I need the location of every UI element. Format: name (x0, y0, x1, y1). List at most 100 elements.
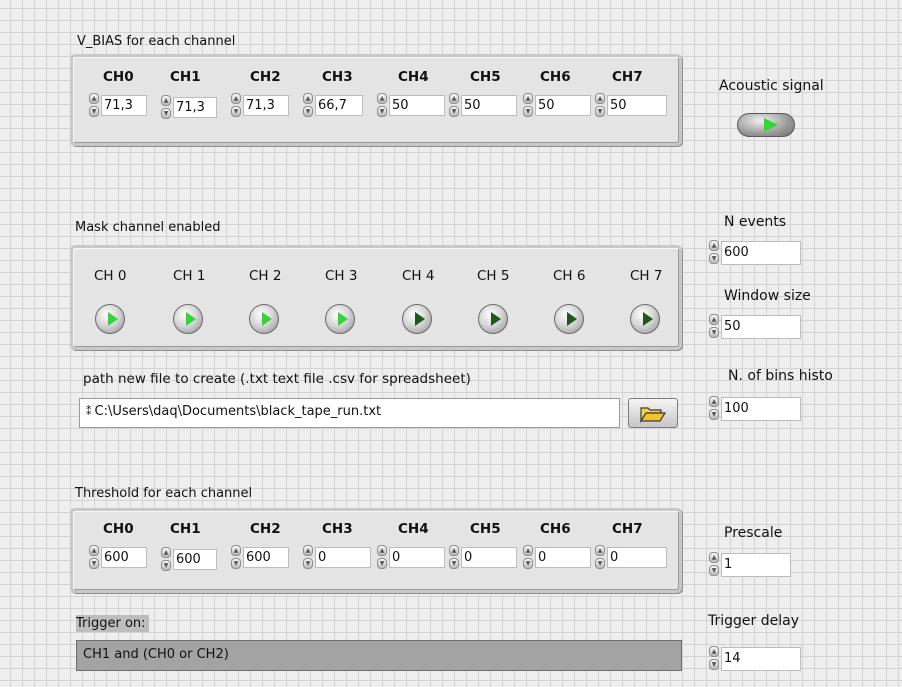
path-label: path new file to create (.txt text file … (83, 371, 471, 387)
play-triangle-icon (186, 312, 196, 326)
mask-ch0-toggle[interactable] (95, 304, 125, 334)
play-triangle-icon (262, 312, 272, 326)
path-type-icon: ⁑ (86, 405, 92, 418)
trigger-condition-field[interactable]: CH1 and (CH0 or CH2) (76, 640, 682, 671)
prescale-input[interactable]: 1 (721, 553, 791, 577)
threshold-ch6-input[interactable]: 0 (535, 547, 591, 568)
window-size-input[interactable]: 50 (721, 315, 801, 339)
vbias-ch-label: CH3 (322, 69, 353, 85)
trigger-delay-label: Trigger delay (708, 613, 799, 629)
play-triangle-icon (764, 118, 778, 132)
spin-arrows-icon[interactable]: ▲ ▼ (708, 646, 720, 670)
vbias-ch7-input[interactable]: 50 (607, 95, 667, 116)
mask-ch7-toggle[interactable] (630, 304, 660, 334)
vbias-ch6-input[interactable]: 50 (535, 95, 591, 116)
threshold-ch5-input[interactable]: 0 (461, 547, 517, 568)
spin-arrows-icon[interactable]: ▲ ▼ (448, 545, 460, 569)
path-text[interactable]: C:\Users\daq\Documents\black_tape_run.tx… (95, 404, 382, 419)
n-events-input[interactable]: 600 (721, 241, 801, 265)
threshold-title: Threshold for each channel (75, 486, 253, 501)
mask-ch-label: CH 2 (249, 268, 282, 284)
path-input[interactable]: ⁑ C:\Users\daq\Documents\black_tape_run.t… (79, 398, 620, 428)
spin-arrows-icon[interactable]: ▲ ▼ (160, 547, 172, 571)
play-triangle-icon (338, 312, 348, 326)
trigger-delay-input[interactable]: 14 (721, 647, 801, 671)
vbias-ch0-input[interactable]: 71,3 (101, 95, 147, 116)
spin-arrows-icon[interactable]: ▲ ▼ (302, 93, 314, 117)
mask-ch-label: CH 7 (630, 268, 663, 284)
mask-ch-label: CH 3 (325, 268, 358, 284)
vbias-ch1-input[interactable]: 71,3 (173, 97, 217, 118)
mask-ch5-toggle[interactable] (478, 304, 508, 334)
spin-arrows-icon[interactable]: ▲ ▼ (230, 545, 242, 569)
spin-arrows-icon[interactable]: ▲ ▼ (376, 545, 388, 569)
spin-arrows-icon[interactable]: ▲ ▼ (708, 396, 720, 420)
vbias-ch-label: CH4 (398, 69, 429, 85)
vbias-ch-label: CH2 (250, 69, 281, 85)
threshold-ch-label: CH6 (540, 521, 571, 537)
spin-arrows-icon[interactable]: ▲ ▼ (160, 95, 172, 119)
mask-ch3-toggle[interactable] (325, 304, 355, 334)
vbias-ch-label: CH7 (612, 69, 643, 85)
vbias-ch3-input[interactable]: 66,7 (315, 95, 363, 116)
spin-arrows-icon[interactable]: ▲ ▼ (522, 93, 534, 117)
threshold-ch-label: CH3 (322, 521, 353, 537)
vbias-ch5-input[interactable]: 50 (461, 95, 517, 116)
bins-input[interactable]: 100 (721, 397, 801, 421)
vbias-ch-label: CH1 (170, 69, 201, 85)
spin-arrows-icon[interactable]: ▲ ▼ (594, 545, 606, 569)
n-events-label: N events (724, 214, 787, 230)
mask-ch-label: CH 0 (94, 268, 127, 284)
mask-ch4-toggle[interactable] (402, 304, 432, 334)
threshold-ch-label: CH2 (250, 521, 281, 537)
threshold-ch0-input[interactable]: 600 (101, 547, 147, 568)
spin-arrows-icon[interactable]: ▲ ▼ (522, 545, 534, 569)
mask-ch2-toggle[interactable] (249, 304, 279, 334)
vbias-ch-label: CH6 (540, 69, 571, 85)
mask-ch1-toggle[interactable] (173, 304, 203, 334)
spin-arrows-icon[interactable]: ▲ ▼ (302, 545, 314, 569)
mask-title: Mask channel enabled (75, 220, 221, 235)
threshold-ch3-input[interactable]: 0 (315, 547, 371, 568)
threshold-ch4-input[interactable]: 0 (389, 547, 445, 568)
spin-arrows-icon[interactable]: ▲ ▼ (708, 240, 720, 264)
threshold-ch2-input[interactable]: 600 (243, 547, 289, 568)
spin-arrows-icon[interactable]: ▲ ▼ (376, 93, 388, 117)
vbias-ch4-input[interactable]: 50 (389, 95, 445, 116)
play-triangle-icon (567, 312, 577, 326)
threshold-ch1-input[interactable]: 600 (173, 549, 217, 570)
mask-ch-label: CH 4 (402, 268, 435, 284)
spin-arrows-icon[interactable]: ▲ ▼ (88, 545, 100, 569)
vbias-ch2-input[interactable]: 71,3 (243, 95, 289, 116)
spin-arrows-icon[interactable]: ▲ ▼ (88, 93, 100, 117)
bins-label: N. of bins histo (728, 368, 833, 384)
browse-button[interactable] (628, 398, 678, 428)
threshold-ch7-input[interactable]: 0 (607, 547, 667, 568)
play-triangle-icon (643, 312, 653, 326)
threshold-ch-label: CH0 (103, 521, 134, 537)
vbias-title: V_BIAS for each channel (77, 34, 236, 49)
spin-arrows-icon[interactable]: ▲ ▼ (230, 93, 242, 117)
spin-arrows-icon[interactable]: ▲ ▼ (448, 93, 460, 117)
trigger-label: Trigger on: (76, 615, 149, 632)
play-triangle-icon (108, 312, 118, 326)
mask-ch-label: CH 1 (173, 268, 206, 284)
acoustic-signal-led (737, 113, 795, 137)
mask-ch6-toggle[interactable] (554, 304, 584, 334)
threshold-ch-label: CH5 (470, 521, 501, 537)
threshold-ch-label: CH1 (170, 521, 201, 537)
mask-ch-label: CH 5 (477, 268, 510, 284)
spin-arrows-icon[interactable]: ▲ ▼ (708, 314, 720, 338)
play-triangle-icon (415, 312, 425, 326)
prescale-label: Prescale (724, 525, 783, 541)
spin-arrows-icon[interactable]: ▲ ▼ (708, 552, 720, 576)
mask-ch-label: CH 6 (553, 268, 586, 284)
vbias-ch-label: CH0 (103, 69, 134, 85)
threshold-ch-label: CH4 (398, 521, 429, 537)
window-size-label: Window size (724, 288, 811, 304)
threshold-ch-label: CH7 (612, 521, 643, 537)
mask-cluster: CH 0 CH 1 CH 2 CH 3 CH 4 CH 5 CH 6 CH 7 (70, 245, 682, 350)
vbias-cluster: CH0 CH1 CH2 CH3 CH4 CH5 CH6 CH7 ▲ ▼ 71,3 … (70, 54, 682, 146)
spin-arrows-icon[interactable]: ▲ ▼ (594, 93, 606, 117)
threshold-cluster: CH0 CH1 CH2 CH3 CH4 CH5 CH6 CH7 ▲ ▼ 600 ▲… (70, 508, 682, 593)
